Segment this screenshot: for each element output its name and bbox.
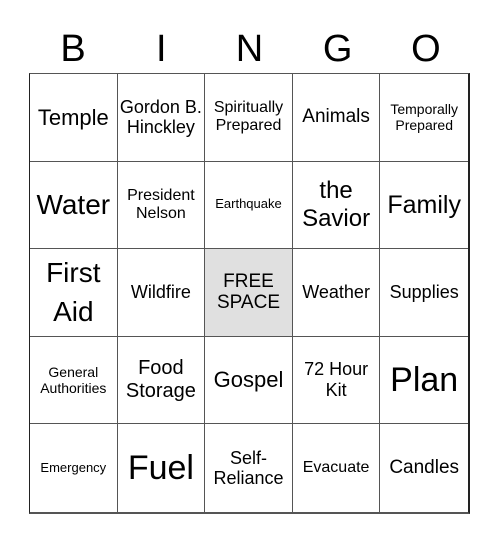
cell-label: Self-Reliance bbox=[213, 447, 284, 489]
bingo-cell[interactable]: General Authorities bbox=[30, 336, 118, 425]
cell-label: Weather bbox=[302, 282, 370, 303]
bingo-cell[interactable]: Food Storage bbox=[117, 336, 206, 425]
bingo-cell[interactable]: President Nelson bbox=[117, 161, 206, 250]
cell-label: Emergency bbox=[40, 459, 107, 475]
bingo-cell[interactable]: Earthquake bbox=[205, 161, 293, 250]
cell-label: President Nelson bbox=[127, 186, 195, 222]
bingo-cell[interactable]: Supplies bbox=[380, 249, 468, 337]
cell-label: Candles bbox=[389, 457, 460, 479]
bingo-cell[interactable]: Temporally Prepared bbox=[380, 74, 468, 162]
bingo-cell[interactable]: Plan bbox=[380, 336, 468, 425]
bingo-cell[interactable]: Gospel bbox=[205, 336, 293, 425]
cell-label: Fuel bbox=[127, 448, 194, 487]
bingo-cell[interactable]: Water bbox=[30, 161, 118, 250]
cell-label: Gordon B. Hinckley bbox=[119, 96, 202, 138]
header-letter-b: B bbox=[60, 28, 86, 70]
bingo-cell[interactable]: Family bbox=[380, 161, 468, 250]
cell-label: 72 Hour Kit bbox=[304, 359, 369, 401]
bingo-header: B I N G O bbox=[29, 24, 470, 74]
bingo-cell[interactable]: Emergency bbox=[30, 424, 118, 512]
cell-label: Gospel bbox=[213, 367, 284, 393]
cell-label: Supplies bbox=[389, 282, 459, 303]
header-letter-g: G bbox=[322, 28, 353, 70]
bingo-cell[interactable]: Gordon B. Hinckley bbox=[117, 74, 206, 162]
free-space-cell[interactable]: FREE SPACE bbox=[205, 249, 293, 337]
cell-label: First Aid bbox=[46, 257, 101, 328]
bingo-cell[interactable]: Spiritually Prepared bbox=[205, 74, 293, 162]
cell-label: Spiritually Prepared bbox=[213, 98, 284, 135]
bingo-cell[interactable]: First Aid bbox=[30, 249, 118, 337]
cell-label: FREE SPACE bbox=[216, 270, 280, 314]
cell-label: the Savior bbox=[302, 177, 371, 232]
bingo-cell[interactable]: the Savior bbox=[292, 161, 381, 250]
cell-label: Evacuate bbox=[302, 458, 370, 476]
bingo-cell[interactable]: Evacuate bbox=[292, 424, 381, 512]
header-letter-i: I bbox=[156, 28, 167, 70]
cell-label: Temporally Prepared bbox=[390, 101, 459, 134]
bingo-cell[interactable]: Temple bbox=[30, 74, 118, 162]
cell-label: General Authorities bbox=[40, 364, 107, 397]
bingo-cell[interactable]: Self-Reliance bbox=[205, 424, 293, 512]
cell-label: Animals bbox=[302, 106, 370, 128]
bingo-cell[interactable]: Animals bbox=[292, 74, 381, 162]
header-letter-n: N bbox=[235, 28, 264, 70]
bingo-cell[interactable]: Wildfire bbox=[117, 249, 206, 337]
bingo-grid: Temple Gordon B. Hinckley Spiritually Pr… bbox=[29, 73, 470, 514]
bingo-cell[interactable]: Weather bbox=[292, 249, 381, 337]
header-letter-o: O bbox=[411, 28, 441, 70]
cell-label: Family bbox=[387, 190, 461, 219]
cell-label: Food Storage bbox=[125, 357, 196, 403]
cell-label: Plan bbox=[390, 360, 459, 399]
cell-label: Earthquake bbox=[215, 196, 282, 212]
cell-label: Temple bbox=[37, 104, 109, 130]
bingo-cell[interactable]: Fuel bbox=[117, 424, 206, 512]
cell-label: Wildfire bbox=[130, 282, 191, 303]
bingo-cell[interactable]: 72 Hour Kit bbox=[292, 336, 381, 425]
cell-label: Water bbox=[36, 189, 111, 221]
bingo-cell[interactable]: Candles bbox=[380, 424, 468, 512]
